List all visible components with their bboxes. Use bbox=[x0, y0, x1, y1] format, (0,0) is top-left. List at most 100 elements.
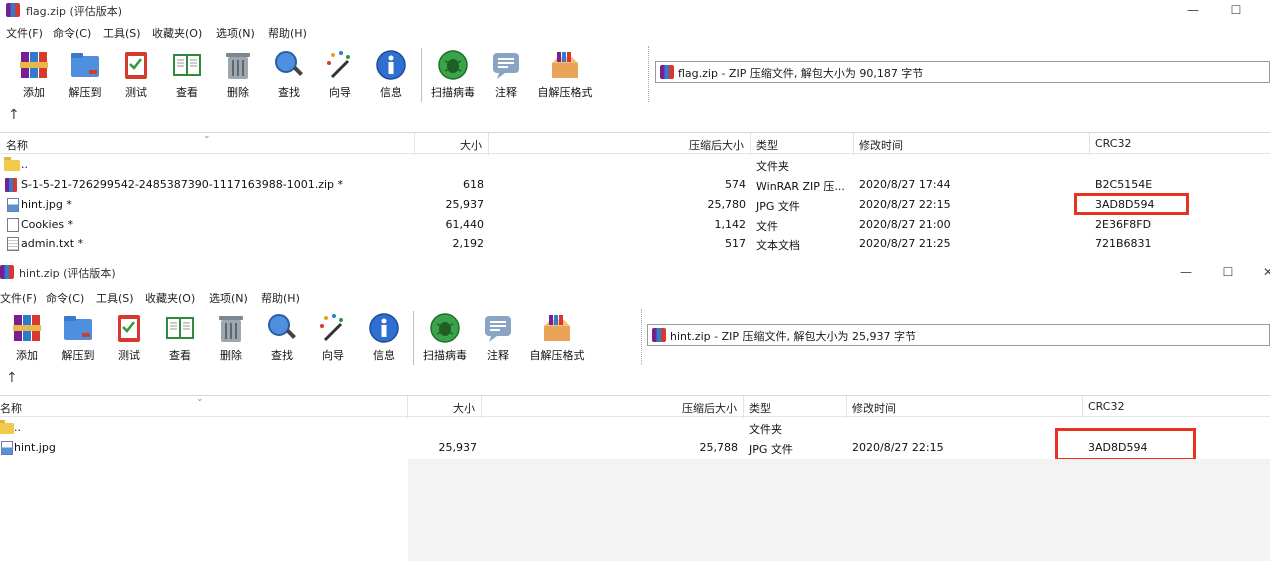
folder-icon bbox=[0, 420, 14, 434]
winrar-app-icon bbox=[0, 265, 14, 279]
col-size[interactable]: 大小 bbox=[460, 137, 482, 153]
file-crc32: 2E36F8FD bbox=[1095, 218, 1152, 231]
info-label: 信息 bbox=[380, 86, 402, 99]
sfx-box-icon bbox=[544, 315, 570, 341]
file-modified: 2020/8/27 21:00 bbox=[859, 218, 951, 231]
maximize-button[interactable]: ☐ bbox=[1226, 1, 1246, 19]
col-modified[interactable]: 修改时间 bbox=[852, 400, 896, 416]
window-title: hint.zip (评估版本) bbox=[19, 267, 116, 280]
col-name[interactable]: 名称 bbox=[6, 137, 28, 153]
menu-tools[interactable]: 工具(S) bbox=[96, 290, 134, 306]
archive-info-box: hint.zip - ZIP 压缩文件, 解包大小为 25,937 字节 bbox=[647, 324, 1270, 346]
view-button[interactable]: 查看 bbox=[155, 307, 205, 369]
file-type: 文件 bbox=[756, 220, 778, 233]
sfx-label: 自解压格式 bbox=[537, 86, 593, 99]
comment-button[interactable]: 注释 bbox=[481, 44, 531, 106]
file-name: .. bbox=[21, 158, 28, 171]
wizard-button[interactable]: 向导 bbox=[308, 307, 358, 369]
maximize-button[interactable]: ☐ bbox=[1218, 263, 1238, 281]
add-button[interactable]: 添加 bbox=[9, 44, 59, 106]
menu-favorites[interactable]: 收藏夹(O) bbox=[152, 25, 202, 41]
add-button[interactable]: 添加 bbox=[2, 307, 52, 369]
col-modified[interactable]: 修改时间 bbox=[859, 137, 903, 153]
col-crc32[interactable]: CRC32 bbox=[1088, 400, 1124, 413]
test-button[interactable]: 测试 bbox=[104, 307, 154, 369]
file-size: 2,192 bbox=[452, 237, 485, 250]
find-button[interactable]: 查找 bbox=[264, 44, 314, 106]
jpg-file-icon bbox=[7, 198, 19, 212]
magnifier-icon bbox=[268, 314, 296, 339]
minimize-button[interactable]: — bbox=[1183, 1, 1203, 19]
menu-options[interactable]: 选项(N) bbox=[216, 25, 255, 41]
virus-scan-button[interactable]: 扫描病毒 bbox=[420, 307, 470, 369]
test-icon bbox=[118, 315, 140, 342]
file-crc32: B2C5154E bbox=[1095, 178, 1153, 191]
file-modified: 2020/8/27 22:15 bbox=[852, 441, 944, 454]
sfx-box-icon bbox=[552, 52, 578, 78]
col-packed[interactable]: 压缩后大小 bbox=[689, 137, 744, 153]
file-name: Cookies * bbox=[21, 218, 74, 231]
file-crc32: 721B6831 bbox=[1095, 237, 1152, 250]
col-name[interactable]: 名称 bbox=[0, 400, 22, 416]
col-type[interactable]: 类型 bbox=[756, 137, 778, 153]
file-name: hint.jpg bbox=[14, 441, 56, 454]
col-crc32[interactable]: CRC32 bbox=[1095, 137, 1131, 150]
menu-command[interactable]: 命令(C) bbox=[46, 290, 84, 306]
title-bar: flag.zip (评估版本) — ☐ bbox=[0, 0, 1270, 20]
menu-command[interactable]: 命令(C) bbox=[53, 25, 91, 41]
menu-help[interactable]: 帮助(H) bbox=[268, 25, 307, 41]
file-modified: 2020/8/27 21:25 bbox=[859, 237, 951, 250]
file-modified: 2020/8/27 22:15 bbox=[859, 198, 951, 211]
test-icon bbox=[125, 52, 147, 79]
find-button[interactable]: 查找 bbox=[257, 307, 307, 369]
menu-tools[interactable]: 工具(S) bbox=[103, 25, 141, 41]
info-button[interactable]: 信息 bbox=[359, 307, 409, 369]
comment-button[interactable]: 注释 bbox=[473, 307, 523, 369]
file-packed-size: 25,788 bbox=[699, 441, 739, 454]
menu-file[interactable]: 文件(F) bbox=[6, 25, 43, 41]
table-row[interactable]: admin.txt * 2,192 517 文本文档 2020/8/27 21:… bbox=[0, 234, 1270, 254]
file-name: admin.txt * bbox=[21, 237, 84, 250]
table-row[interactable]: .. 文件夹 bbox=[0, 155, 1270, 175]
menu-options[interactable]: 选项(N) bbox=[209, 290, 248, 306]
folder-icon bbox=[4, 157, 20, 171]
up-arrow-icon[interactable]: ↑ bbox=[8, 107, 20, 123]
view-book-icon bbox=[173, 54, 201, 76]
menu-file[interactable]: 文件(F) bbox=[0, 290, 37, 306]
crc-highlight-box bbox=[1055, 428, 1196, 461]
minimize-button[interactable]: — bbox=[1176, 263, 1196, 281]
address-separator bbox=[648, 46, 649, 102]
table-row[interactable]: S-1-5-21-726299542-2485387390-1117163988… bbox=[0, 175, 1270, 195]
jpg-file-icon bbox=[1, 441, 13, 455]
close-button[interactable]: ✕ bbox=[1258, 263, 1270, 281]
sfx-button[interactable]: 自解压格式 bbox=[530, 307, 585, 369]
menu-favorites[interactable]: 收藏夹(O) bbox=[145, 290, 195, 306]
delete-button[interactable]: 删除 bbox=[213, 44, 263, 106]
extract-to-button[interactable]: 解压到 bbox=[53, 307, 103, 369]
file-type: WinRAR ZIP 压... bbox=[756, 180, 845, 193]
wizard-button[interactable]: 向导 bbox=[315, 44, 365, 106]
toolbar: 添加 解压到 测试 查看 删除 查找 向导 信息 bbox=[0, 307, 1270, 369]
col-size[interactable]: 大小 bbox=[453, 400, 475, 416]
virus-scan-button[interactable]: 扫描病毒 bbox=[428, 44, 478, 106]
extract-to-button[interactable]: 解压到 bbox=[60, 44, 110, 106]
delete-button[interactable]: 删除 bbox=[206, 307, 256, 369]
add-archive-icon bbox=[13, 315, 41, 341]
file-packed-size: 574 bbox=[725, 178, 746, 191]
file-packed-size: 25,780 bbox=[707, 198, 747, 211]
col-type[interactable]: 类型 bbox=[749, 400, 771, 416]
info-button[interactable]: 信息 bbox=[366, 44, 416, 106]
virus-scan-icon bbox=[438, 50, 468, 80]
file-packed-size: 1,142 bbox=[714, 218, 747, 231]
col-packed[interactable]: 压缩后大小 bbox=[682, 400, 737, 416]
address-separator bbox=[641, 309, 642, 365]
crc-highlight-box bbox=[1074, 193, 1189, 215]
table-row[interactable]: Cookies * 61,440 1,142 文件 2020/8/27 21:0… bbox=[0, 215, 1270, 235]
sfx-button[interactable]: 自解压格式 bbox=[538, 44, 593, 106]
test-button[interactable]: 测试 bbox=[111, 44, 161, 106]
hint-zip-window: hint.zip (评估版本) — ☐ ✕ 文件(F) 命令(C) 工具(S) … bbox=[0, 262, 1270, 561]
blank-file-icon bbox=[7, 218, 19, 232]
up-arrow-icon[interactable]: ↑ bbox=[6, 370, 18, 386]
view-button[interactable]: 查看 bbox=[162, 44, 212, 106]
menu-help[interactable]: 帮助(H) bbox=[261, 290, 300, 306]
